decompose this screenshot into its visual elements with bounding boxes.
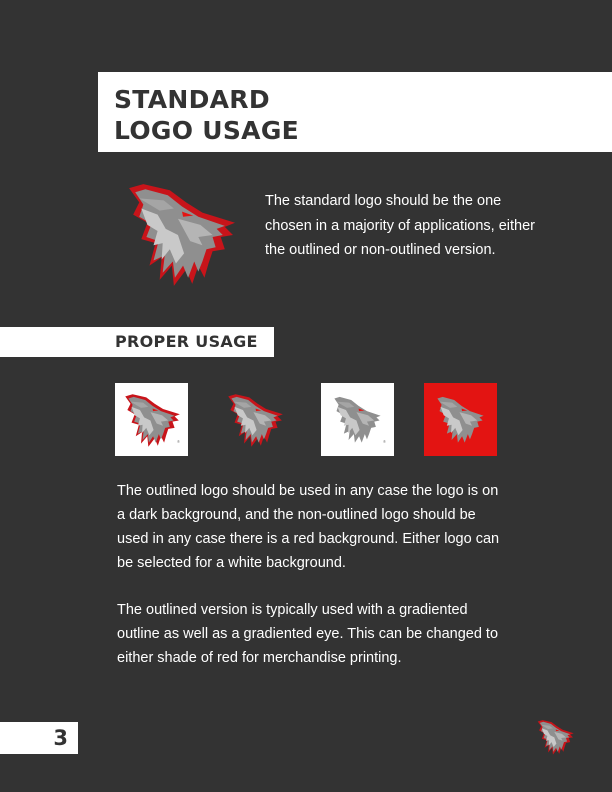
registered-mark: ®: [177, 439, 180, 444]
intro-paragraph: The standard logo should be the one chos…: [265, 193, 536, 258]
page-number: 3: [53, 726, 68, 750]
wolf-logo-icon: [120, 391, 183, 449]
logo-sample-red-plain: [424, 383, 497, 456]
body-paragraph-2: The outlined version is typically used w…: [117, 602, 499, 666]
section-banner: PROPER USAGE: [0, 327, 274, 357]
section-title: PROPER USAGE: [115, 332, 258, 351]
body-paragraph-1: The outlined logo should be used in any …: [117, 483, 500, 571]
logo-sample-white-outlined: ®: [115, 383, 188, 456]
logo-sample-dark-outlined: [218, 383, 291, 456]
page-title-line-2: LOGO USAGE: [114, 116, 300, 145]
wolf-logo-icon: [223, 391, 286, 449]
logo-sample-white-plain: ®: [321, 383, 394, 456]
page-number-box: 3: [0, 722, 78, 754]
registered-mark: ®: [383, 439, 386, 444]
wolf-logo-icon: [429, 391, 492, 449]
wolf-logo-icon: [534, 718, 576, 756]
page-title-line-1: STANDARD: [114, 85, 270, 114]
wolf-logo-icon: [326, 391, 389, 449]
wolf-logo-icon: [118, 178, 242, 290]
title-banner: STANDARD LOGO USAGE: [98, 72, 612, 152]
